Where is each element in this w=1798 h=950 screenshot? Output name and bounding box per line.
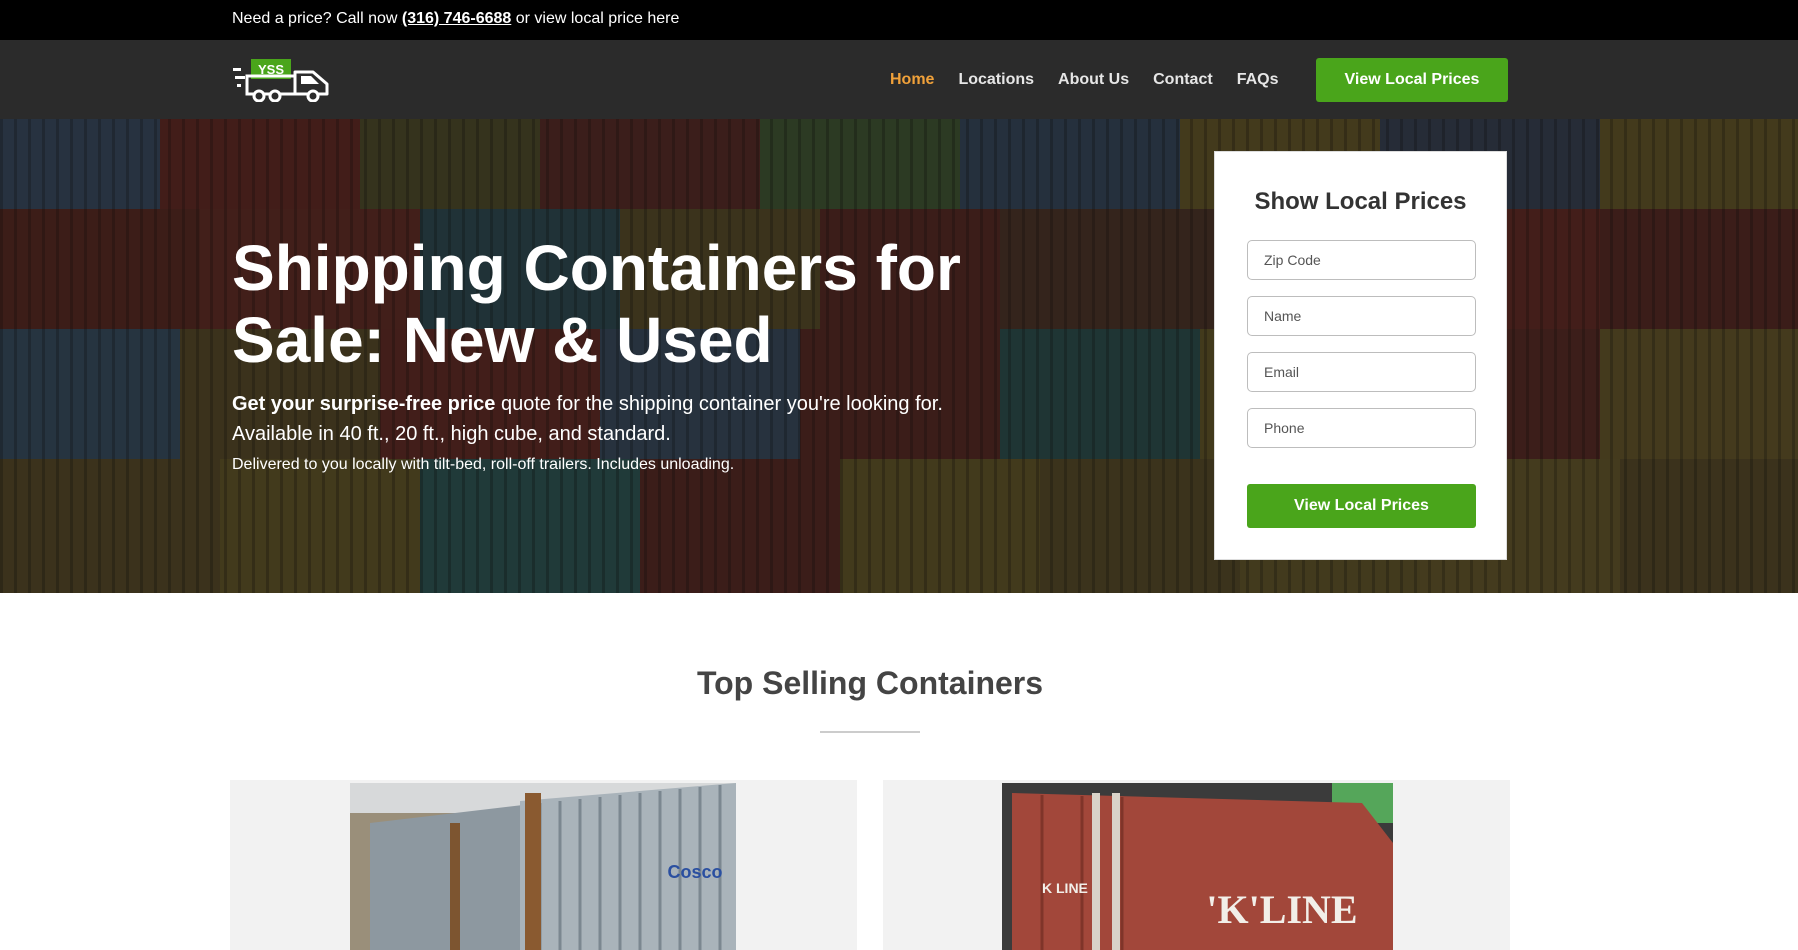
view-local-prices-nav-button[interactable]: View Local Prices: [1316, 58, 1508, 102]
hero-sub-line2: Available in 40 ft., 20 ft., high cube, …: [232, 423, 671, 445]
hero-sub-bold: Get your surprise-free price: [232, 393, 496, 415]
topbar-text: Need a price? Call now (316) 746-6688 or…: [232, 9, 679, 29]
top-selling-heading: Top Selling Containers: [696, 665, 1044, 701]
topbar-prefix: Need a price? Call now: [232, 10, 398, 27]
blue-used-container-image: Cosco: [350, 783, 736, 950]
hero-delivery-note: Delivered to you locally with tilt-bed, …: [232, 456, 735, 473]
section-divider: [820, 731, 920, 733]
topbar-suffix: or view local price here: [515, 10, 680, 27]
top-announcement-bar: Need a price? Call now (316) 746-6688 or…: [0, 0, 1798, 40]
primary-nav: Home Locations About Us Contact FAQs: [890, 40, 1302, 119]
hero-heading: Shipping Containers for Sale: New & Used: [232, 232, 961, 376]
local-prices-form: Show Local Prices View Local Prices: [1214, 151, 1507, 560]
nav-item-locations[interactable]: Locations: [958, 71, 1034, 89]
hero-subheading: Get your surprise-free price quote for t…: [232, 389, 1032, 449]
delivery-truck-icon[interactable]: YSS: [231, 56, 331, 102]
hero-sub-rest: quote for the shipping container you're …: [501, 393, 943, 415]
nav-item-contact[interactable]: Contact: [1153, 71, 1213, 89]
svg-text:'K'LINE: 'K'LINE: [1206, 887, 1357, 932]
nav-item-faqs[interactable]: FAQs: [1237, 71, 1279, 89]
view-local-prices-submit-button[interactable]: View Local Prices: [1247, 484, 1476, 528]
red-kline-container-image: 'K'LINE K LINE: [1002, 783, 1393, 950]
hero-section: Shipping Containers for Sale: New & Used…: [0, 119, 1798, 593]
nav-item-about-us[interactable]: About Us: [1058, 71, 1129, 89]
zip-code-input[interactable]: [1247, 240, 1476, 280]
svg-text:K LINE: K LINE: [1042, 880, 1088, 896]
svg-text:Cosco: Cosco: [667, 862, 722, 882]
form-title: Show Local Prices: [1254, 188, 1467, 215]
name-input[interactable]: [1247, 296, 1476, 336]
nav-item-home[interactable]: Home: [890, 71, 934, 89]
product-card[interactable]: 'K'LINE K LINE: [883, 780, 1510, 950]
phone-input[interactable]: [1247, 408, 1476, 448]
email-input[interactable]: [1247, 352, 1476, 392]
main-navbar: YSS Home Locations About Us Contact FAQs…: [0, 40, 1798, 119]
product-card[interactable]: Cosco: [230, 780, 857, 950]
phone-link[interactable]: (316) 746-6688: [402, 10, 511, 27]
